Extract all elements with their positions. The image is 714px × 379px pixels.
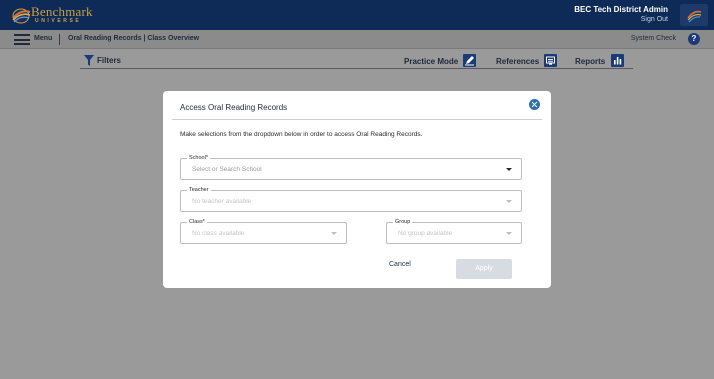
close-icon[interactable] bbox=[529, 99, 540, 110]
cancel-button[interactable]: Cancel bbox=[389, 261, 411, 268]
class-label: Class* bbox=[187, 219, 207, 226]
teacher-label: Teacher bbox=[187, 187, 211, 194]
system-check-link[interactable]: System Check bbox=[631, 35, 676, 42]
logo-emblem-icon bbox=[12, 8, 31, 24]
chevron-down-icon bbox=[506, 168, 512, 171]
teacher-select[interactable]: Teacher No teacher available bbox=[180, 187, 522, 212]
access-records-dialog: Access Oral Reading Records Make selecti… bbox=[163, 91, 551, 288]
logo-wordmark: Benchmark bbox=[31, 4, 93, 19]
user-avatar[interactable] bbox=[680, 4, 708, 26]
nav-bar: Menu Oral Reading Records | Class Overvi… bbox=[0, 30, 714, 49]
sub-toolbar: Filters Practice Mode References Reports bbox=[80, 53, 633, 69]
hamburger-menu-icon[interactable] bbox=[14, 34, 30, 45]
pencil-icon bbox=[463, 54, 476, 67]
apply-button[interactable]: Apply bbox=[456, 259, 512, 279]
references-button[interactable]: References bbox=[496, 54, 558, 68]
benchmark-universe-logo[interactable]: Benchmark UNIVERSE bbox=[10, 4, 93, 25]
school-placeholder: Select or Search School bbox=[192, 166, 262, 173]
planet-icon bbox=[687, 10, 702, 23]
chevron-down-icon bbox=[331, 232, 337, 235]
reports-label: Reports bbox=[575, 57, 606, 66]
bar-chart-icon bbox=[611, 54, 624, 67]
menu-button[interactable]: Menu bbox=[34, 35, 52, 42]
sign-out-link[interactable]: Sign Out bbox=[641, 16, 668, 23]
breadcrumb: Oral Reading Records | Class Overview bbox=[68, 35, 200, 42]
school-label: School* bbox=[187, 155, 210, 162]
user-name: BEC Tech District Admin bbox=[574, 5, 668, 14]
document-icon bbox=[544, 54, 557, 67]
help-icon[interactable]: ? bbox=[688, 33, 700, 45]
chevron-down-icon bbox=[506, 232, 512, 235]
group-placeholder: No group available bbox=[398, 230, 453, 237]
reports-button[interactable]: Reports bbox=[575, 54, 625, 68]
nav-divider bbox=[59, 34, 60, 45]
practice-mode-button[interactable]: Practice Mode bbox=[403, 54, 478, 68]
group-label: Group bbox=[393, 219, 413, 226]
teacher-placeholder: No teacher available bbox=[192, 198, 252, 205]
dialog-title: Access Oral Reading Records bbox=[180, 103, 288, 112]
class-select[interactable]: Class* No class available bbox=[180, 219, 347, 244]
filters-button[interactable]: Filters bbox=[97, 56, 121, 65]
references-label: References bbox=[496, 57, 540, 66]
school-select[interactable]: School* Select or Search School bbox=[180, 155, 522, 180]
filter-icon[interactable] bbox=[84, 55, 94, 66]
dialog-description: Make selections from the dropdown below … bbox=[180, 131, 423, 138]
dialog-divider bbox=[172, 119, 542, 120]
top-header: Benchmark UNIVERSE BEC Tech District Adm… bbox=[0, 0, 714, 30]
logo-subtitle: UNIVERSE bbox=[35, 18, 82, 24]
practice-mode-label: Practice Mode bbox=[404, 57, 459, 66]
chevron-down-icon bbox=[506, 200, 512, 203]
class-placeholder: No class available bbox=[192, 230, 245, 237]
group-select[interactable]: Group No group available bbox=[386, 219, 522, 244]
